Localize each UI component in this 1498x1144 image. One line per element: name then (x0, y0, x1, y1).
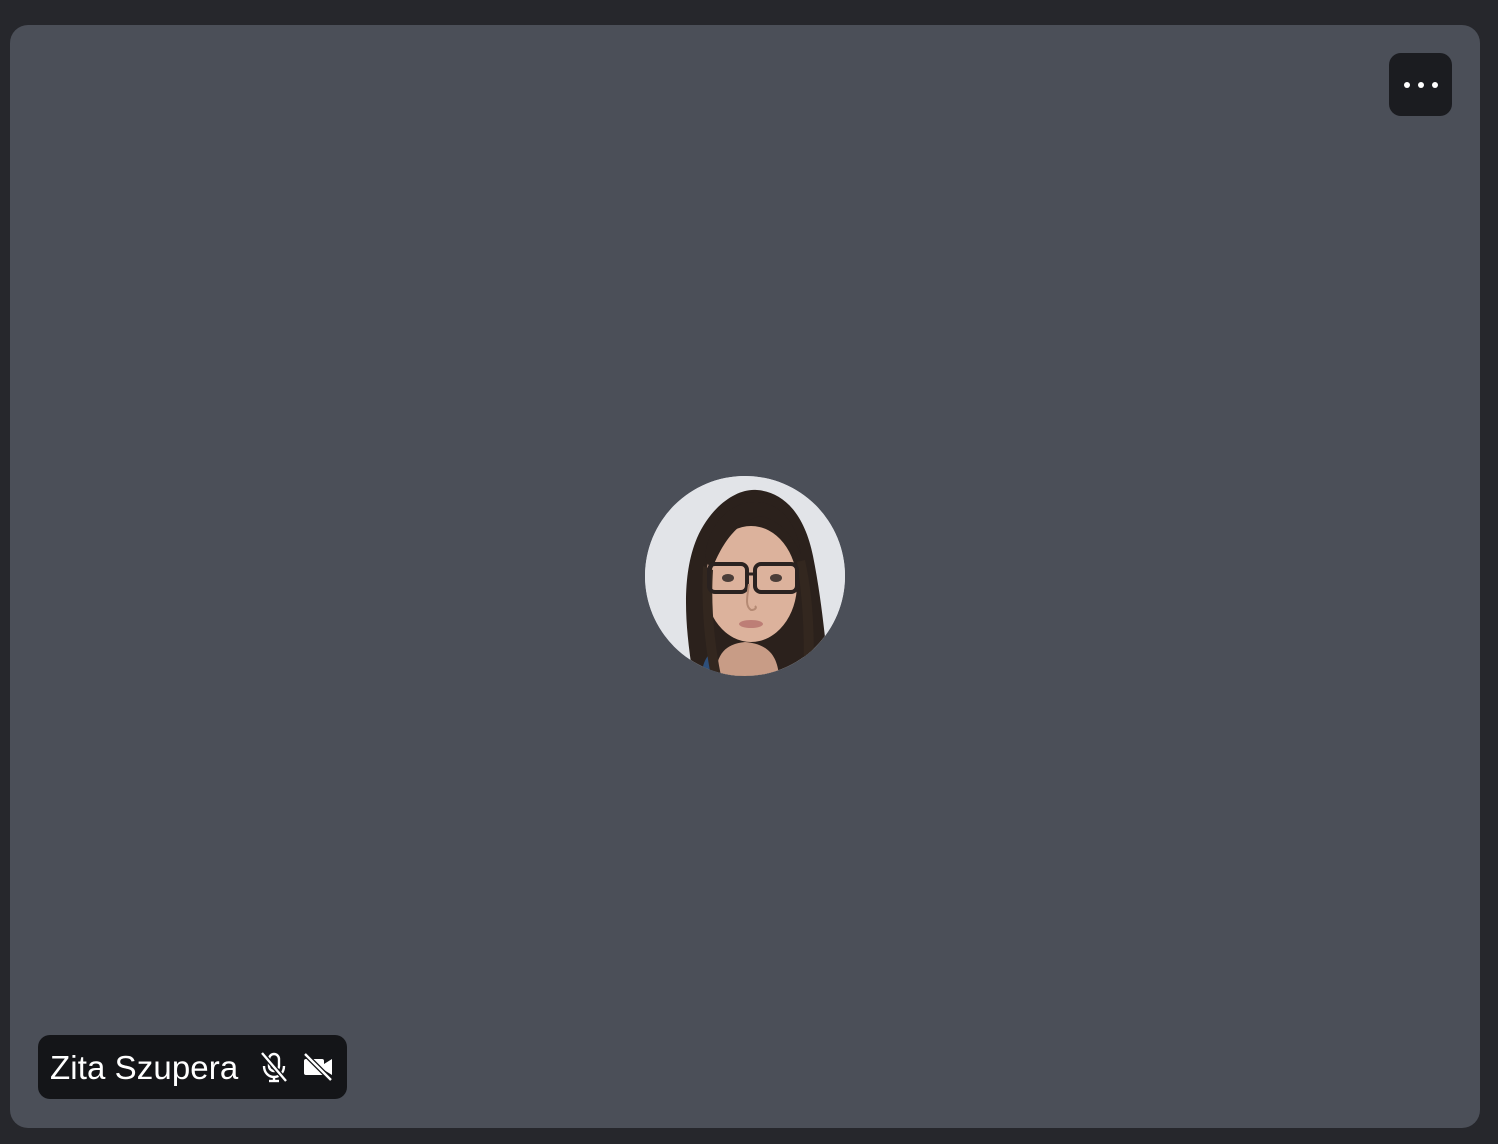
more-options-button[interactable] (1389, 53, 1452, 116)
more-horizontal-icon (1403, 81, 1439, 89)
participant-video-tile: Zita Szupera (10, 25, 1480, 1128)
participant-name: Zita Szupera (50, 1048, 239, 1086)
participant-name-tag: Zita Szupera (38, 1035, 348, 1099)
mic-off-icon (258, 1051, 290, 1083)
video-off-icon (302, 1051, 334, 1083)
participant-avatar (645, 476, 845, 676)
